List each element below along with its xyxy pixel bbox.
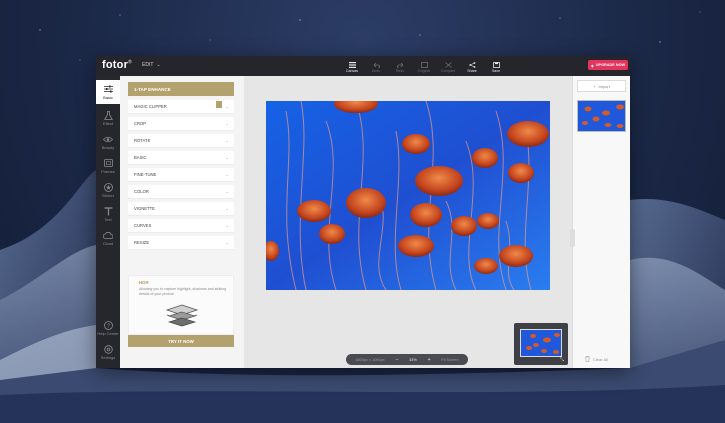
zoom-level: 33% (409, 357, 417, 362)
jellyfish-photo[interactable] (266, 101, 550, 290)
undo-icon (372, 61, 380, 68)
eye-icon (103, 134, 113, 144)
panel-item-crop[interactable]: CROP ⌄ (128, 117, 234, 131)
mode-dropdown[interactable]: EDIT ⌄ (142, 62, 161, 68)
chevron-down-icon: ⌄ (225, 172, 229, 177)
plus-icon: + (593, 83, 596, 89)
sticker-icon (103, 182, 113, 192)
original-icon (420, 61, 428, 68)
collapse-icon[interactable]: ⤡ (560, 357, 566, 363)
rail-item-frames[interactable]: Frames (96, 154, 120, 178)
rail-item-sticker[interactable]: Sticker (96, 178, 120, 202)
redo-icon (396, 61, 404, 68)
share-button[interactable]: Share (460, 58, 484, 76)
compare-icon (444, 61, 452, 68)
chevron-down-icon: ⌄ (225, 155, 229, 160)
trash-icon (585, 356, 590, 363)
rail-item-help-center[interactable]: ? Help Center (96, 316, 120, 340)
rail-item-effect[interactable]: Effect (96, 106, 120, 130)
one-tap-enhance-button[interactable]: 1-TAP ENHANCE (128, 82, 234, 96)
canvas-icon (348, 61, 356, 68)
chevron-down-icon: ⌄ (225, 206, 229, 211)
hdr-promo-card: HDR Allowing you to capture highlight, s… (128, 275, 234, 335)
chevron-down-icon: ⌄ (156, 62, 161, 68)
panel-toggle-handle[interactable] (570, 229, 575, 247)
chevron-down-icon: ⌄ (225, 223, 229, 228)
chevron-down-icon: ⌄ (225, 189, 229, 194)
panel-item-magic-clipper[interactable]: MAGIC CLIPPER ⌄ (128, 100, 234, 114)
panel-item-fine-tune[interactable]: FINE-TUNE ⌄ (128, 168, 234, 182)
undo-button[interactable]: Undo (364, 58, 388, 76)
rail-item-cloud[interactable]: Cloud (96, 226, 120, 250)
panel-item-basic[interactable]: BASIC ⌄ (128, 151, 234, 165)
rail-item-settings[interactable]: Settings (96, 340, 120, 364)
right-panel: + Import Clear All (570, 76, 630, 368)
promo-description: Allowing you to capture highlight, shado… (139, 287, 227, 296)
sliders-icon (103, 84, 113, 94)
upgrade-now-button[interactable]: ◆ UPGRADE NOW (588, 60, 628, 70)
panel-item-curves[interactable]: CURVES ⌄ (128, 219, 234, 233)
chevron-down-icon: ⌄ (225, 240, 229, 245)
canvas-dimensions: 1600px × 1060px (355, 357, 385, 362)
rail-item-beauty[interactable]: Beauty (96, 130, 120, 154)
text-icon (103, 206, 113, 216)
image-navigator[interactable]: ⤡ (514, 323, 568, 365)
share-icon (468, 61, 476, 68)
flask-icon (103, 110, 113, 120)
clear-all-button[interactable]: Clear All (585, 356, 608, 363)
chevron-down-icon: ⌄ (225, 121, 229, 126)
settings-icon (103, 344, 113, 354)
image-thumbnail[interactable] (577, 100, 626, 132)
bookmark-icon (216, 101, 222, 108)
fit-screen-button[interactable]: Fit Screen (441, 358, 458, 362)
svg-text:?: ? (106, 323, 109, 329)
rail-item-text[interactable]: Text (96, 202, 120, 226)
promo-title: HDR (139, 280, 149, 285)
navigator-thumbnail[interactable] (520, 329, 562, 357)
import-button[interactable]: + Import (577, 80, 626, 92)
save-button[interactable]: Save (484, 58, 508, 76)
tools-panel: 1-TAP ENHANCE MAGIC CLIPPER ⌄ CROP ⌄ ROTA… (120, 76, 244, 368)
zoom-out-button[interactable]: − (395, 357, 398, 363)
zoom-bar: 1600px × 1060px − 33% + Fit Screen (346, 354, 468, 365)
canvas-area: ⤡ 1600px × 1060px − 33% + Fit Screen (244, 76, 572, 368)
chevron-down-icon: ⌄ (225, 104, 229, 109)
frame-icon (103, 158, 113, 168)
fotor-logo[interactable]: fotor® (102, 59, 132, 71)
help-icon: ? (103, 320, 113, 330)
save-icon (492, 61, 500, 68)
left-rail: Basic Effect Beauty Frames Sticker Text … (96, 76, 120, 368)
panel-item-resize[interactable]: RESIZE ⌄ (128, 236, 234, 250)
panel-item-color[interactable]: COLOR ⌄ (128, 185, 234, 199)
rail-item-basic[interactable]: Basic (96, 80, 120, 104)
diamond-icon: ◆ (590, 63, 594, 68)
top-bar: fotor® EDIT ⌄ Canvas Undo Redo Original C… (96, 56, 630, 76)
cloud-icon (103, 230, 113, 240)
zoom-in-button[interactable]: + (428, 357, 431, 363)
layers-icon (165, 303, 199, 334)
panel-item-vignette[interactable]: VIGNETTE ⌄ (128, 202, 234, 216)
redo-button[interactable]: Redo (388, 58, 412, 76)
chevron-down-icon: ⌄ (225, 138, 229, 143)
canvas-button[interactable]: Canvas (340, 58, 364, 76)
try-it-now-button[interactable]: TRY IT NOW (128, 335, 234, 347)
original-button[interactable]: Original (412, 58, 436, 76)
panel-item-rotate[interactable]: ROTATE ⌄ (128, 134, 234, 148)
compare-button[interactable]: Compare (436, 58, 460, 76)
app-window: fotor® EDIT ⌄ Canvas Undo Redo Original C… (96, 56, 630, 368)
toolbar: Canvas Undo Redo Original Compare Share (340, 58, 508, 76)
